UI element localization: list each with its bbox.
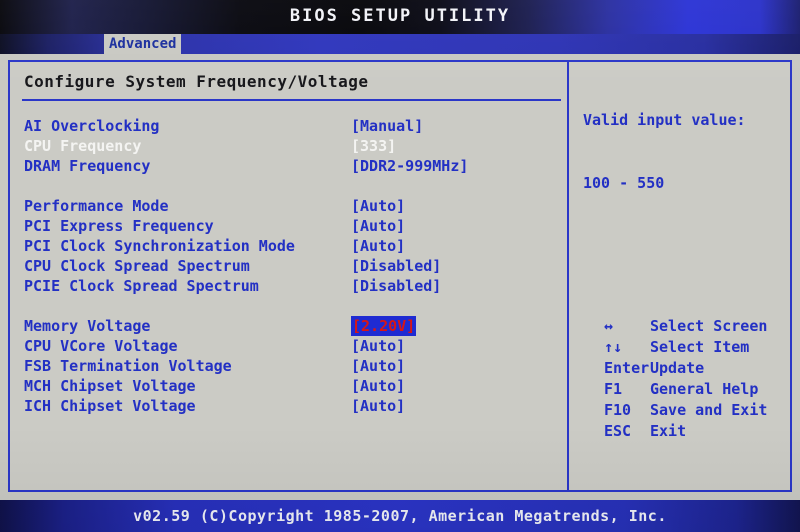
setting-value[interactable]: [Manual] — [351, 116, 423, 136]
setting-label: CPU Frequency — [24, 137, 142, 155]
help-line-2: 100 - 550 — [583, 174, 665, 192]
setting-label: PCI Clock Synchronization Mode — [24, 237, 295, 255]
setting-label: Performance Mode — [24, 197, 169, 215]
setting-value[interactable]: [Auto] — [351, 216, 405, 236]
setting-value-selected[interactable]: [2.20V] — [351, 316, 417, 336]
setting-label: Memory Voltage — [24, 317, 151, 335]
up-down-arrow-icon: ↑↓ — [604, 338, 623, 356]
legend-description: Select Screen — [650, 317, 768, 335]
setting-value[interactable]: [Auto] — [351, 196, 405, 216]
help-line-1: Valid input value: — [583, 111, 746, 129]
enter-key: Enter — [604, 359, 650, 377]
setting-value[interactable]: [Auto] — [351, 356, 405, 376]
setting-label: MCH Chipset Voltage — [24, 377, 196, 395]
setting-value[interactable]: [Auto] — [351, 376, 405, 396]
legend-description: Save and Exit — [650, 401, 768, 419]
tab-advanced[interactable]: Advanced — [104, 34, 182, 54]
title-divider — [22, 99, 561, 101]
legend-description: Select Item — [650, 338, 750, 356]
setting-value[interactable]: [Auto] — [351, 236, 405, 256]
copyright-text: v02.59 (C)Copyright 1985-2007, American … — [133, 507, 667, 525]
setting-label: ICH Chipset Voltage — [24, 397, 196, 415]
legend-description: Update — [650, 359, 705, 377]
legend-description: General Help — [650, 380, 759, 398]
setting-label: CPU VCore Voltage — [24, 337, 178, 355]
setting-label: DRAM Frequency — [24, 157, 151, 175]
app-title: BIOS SETUP UTILITY — [289, 6, 511, 26]
setting-value[interactable]: [Auto] — [351, 336, 405, 356]
footer-bar: v02.59 (C)Copyright 1985-2007, American … — [0, 500, 800, 532]
setting-label: PCI Express Frequency — [24, 217, 214, 235]
setting-value[interactable]: [Disabled] — [351, 276, 441, 296]
page-title: Configure System Frequency/Voltage — [24, 72, 369, 91]
title-bar: BIOS SETUP UTILITY — [0, 0, 800, 34]
help-panel: Valid input value: 100 - 550 — [583, 68, 746, 236]
setting-label: FSB Termination Voltage — [24, 357, 232, 375]
setting-label: PCIE Clock Spread Spectrum — [24, 277, 259, 295]
menu-tab-bar[interactable]: Advanced — [0, 34, 800, 54]
setting-label: CPU Clock Spread Spectrum — [24, 257, 250, 275]
f10-key: F10 — [604, 401, 632, 419]
setting-value[interactable]: [Auto] — [351, 396, 405, 416]
esc-key: ESC — [604, 422, 632, 440]
pane-divider — [567, 62, 569, 490]
bios-setup-screen: BIOS SETUP UTILITY Advanced Configure Sy… — [0, 0, 800, 532]
f1-key: F1 — [604, 380, 623, 398]
left-right-arrow-icon: ↔ — [604, 317, 614, 335]
setting-value[interactable]: [DDR2-999MHz] — [351, 156, 468, 176]
setting-label: AI Overclocking — [24, 117, 160, 135]
setting-value[interactable]: [333] — [351, 136, 396, 156]
legend-description: Exit — [650, 422, 687, 440]
setting-value[interactable]: [Disabled] — [351, 256, 441, 276]
